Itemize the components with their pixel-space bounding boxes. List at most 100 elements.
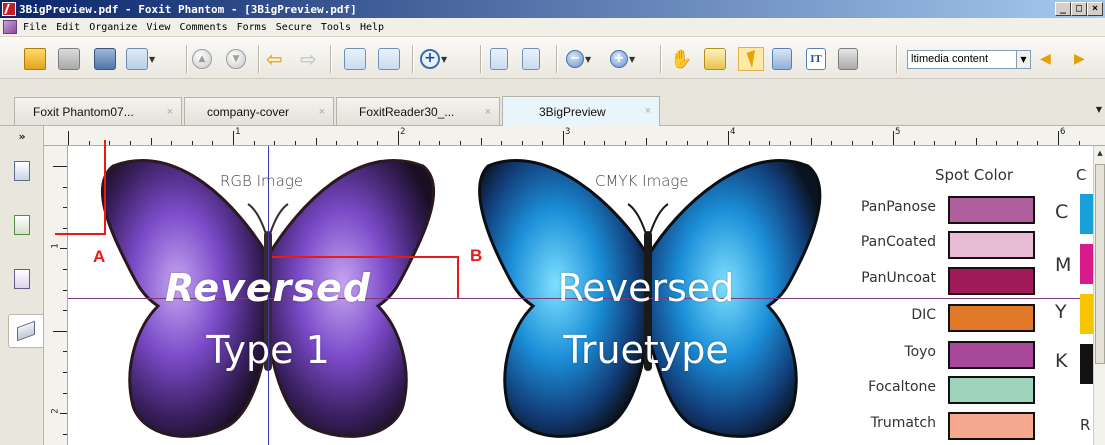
maximize-button[interactable]: □ — [1071, 2, 1087, 16]
callout-b-label: B — [470, 246, 483, 265]
ruler-tick — [63, 372, 67, 373]
cmyk-letter-k: K — [1055, 350, 1068, 372]
chevron-down-icon[interactable]: ▼ — [441, 55, 449, 64]
email-button[interactable]: ▼ — [126, 47, 157, 71]
partial-letter-r: R — [1080, 416, 1091, 434]
typewriter-button[interactable]: IT — [806, 47, 826, 71]
cmyk-title-partial: C — [1076, 166, 1087, 184]
tab-label: company-cover — [207, 104, 290, 119]
ruler-tick — [996, 141, 998, 145]
multimedia-combo[interactable]: ltimedia content — [907, 50, 1017, 69]
single-page-icon — [344, 48, 366, 70]
forward-button[interactable]: ⇨ — [300, 47, 317, 71]
close-button[interactable]: × — [1087, 2, 1103, 16]
continuous-page-button[interactable] — [378, 47, 400, 71]
media-prev-icon: ◀ — [1040, 51, 1051, 67]
fit-page-button[interactable] — [490, 47, 508, 71]
tab-company-cover[interactable]: company-cover × — [184, 97, 334, 125]
bookmarks-panel-button[interactable] — [6, 208, 38, 242]
spot-name: DIC — [911, 307, 936, 323]
ruler-tick — [418, 141, 420, 145]
ruler-tick — [63, 227, 67, 229]
ruler-tick — [975, 138, 977, 145]
combo-dropdown-button[interactable]: ▼ — [1017, 50, 1031, 69]
single-page-button[interactable] — [344, 47, 366, 71]
toolbar-separator — [480, 45, 481, 73]
ruler-tick — [480, 138, 482, 145]
tab-list-dropdown-icon[interactable]: ▼ — [1096, 105, 1102, 114]
close-icon[interactable]: × — [485, 106, 491, 118]
next-page-button[interactable]: ▼ — [226, 47, 246, 71]
menu-comments[interactable]: Comments — [179, 22, 227, 33]
minimize-button[interactable]: _ — [1055, 2, 1071, 16]
previous-page-button[interactable]: ▲ — [192, 47, 212, 71]
spot-row-panuncoat: PanUncoat — [838, 267, 1038, 295]
open-button[interactable] — [24, 47, 46, 71]
ruler-tick — [831, 141, 833, 145]
chevron-down-icon[interactable]: ▼ — [585, 55, 593, 64]
annotations-panel-button[interactable] — [6, 262, 38, 296]
ruler-tick — [274, 141, 276, 145]
layers-panel-button[interactable] — [8, 314, 44, 348]
print-button[interactable] — [94, 47, 116, 71]
close-icon[interactable]: × — [319, 106, 325, 118]
ruler-tick — [563, 131, 564, 145]
find-button[interactable] — [772, 47, 792, 71]
menu-edit[interactable]: Edit — [56, 22, 80, 33]
zoom-in-tool-button[interactable]: + ▼ — [420, 47, 449, 71]
menu-forms[interactable]: Forms — [237, 22, 267, 33]
media-prev-button[interactable]: ◀ — [1040, 47, 1051, 71]
menu-tools[interactable]: Tools — [321, 22, 351, 33]
horizontal-ruler[interactable]: 1 2 3 4 5 6 — [44, 126, 1105, 146]
cmyk-letter-y: Y — [1055, 301, 1067, 323]
chevron-down-icon[interactable]: ▼ — [149, 55, 157, 64]
expand-panel-button[interactable]: » — [4, 128, 40, 146]
tab-foxitreader30[interactable]: FoxitReader30_... × — [336, 97, 500, 125]
ruler-tick — [604, 141, 606, 145]
spot-name: Focaltone — [868, 379, 936, 395]
toolbar-separator — [412, 45, 413, 73]
zoom-out-button[interactable]: − ▼ — [566, 47, 593, 71]
select-text-button[interactable] — [704, 47, 726, 71]
tab-foxit-phantom07[interactable]: Foxit Phantom07... × — [14, 97, 182, 125]
scroll-up-icon[interactable]: ▲ — [1094, 146, 1105, 160]
menu-help[interactable]: Help — [360, 22, 384, 33]
chevron-down-icon[interactable]: ▼ — [629, 55, 637, 64]
hand-tool-button[interactable]: ✋ — [670, 47, 692, 71]
menu-file[interactable]: File — [23, 22, 47, 33]
back-button[interactable]: ⇦ — [266, 47, 283, 71]
ruler-tick — [934, 141, 936, 145]
document-page[interactable]: RGB Image CMYK Image Reversed Type 1 Rev… — [68, 146, 1093, 445]
save-button[interactable] — [58, 47, 80, 71]
document-menu-icon[interactable] — [3, 20, 17, 34]
callout-b-line-vertical — [457, 256, 459, 298]
pages-panel-button[interactable] — [6, 154, 38, 188]
menu-secure[interactable]: Secure — [276, 22, 312, 33]
spot-row-panpanose: PanPanose — [838, 196, 1038, 224]
ruler-tick — [63, 392, 67, 394]
rgb-reversed-text: Reversed — [164, 266, 371, 310]
close-icon[interactable]: × — [167, 106, 173, 118]
ruler-tick — [748, 141, 750, 145]
ruler-tick — [171, 141, 173, 145]
media-next-button[interactable]: ▶ — [1074, 47, 1085, 71]
menu-organize[interactable]: Organize — [89, 22, 137, 33]
tab-3bigpreview[interactable]: 3BigPreview × — [502, 96, 660, 126]
app-icon[interactable] — [2, 2, 16, 16]
find-icon — [772, 48, 792, 70]
vertical-scrollbar[interactable]: ▲ — [1093, 146, 1105, 445]
select-annotation-button[interactable] — [738, 47, 764, 71]
forward-icon: ⇨ — [300, 47, 317, 71]
ruler-tick — [63, 269, 67, 270]
ruler-tick — [851, 141, 853, 145]
zoom-plus-button[interactable]: + ▼ — [610, 47, 637, 71]
close-icon[interactable]: × — [645, 105, 651, 117]
zoom-out-icon: − — [566, 50, 584, 68]
snapshot-button[interactable] — [838, 47, 858, 71]
ruler-tick — [686, 141, 688, 145]
scrollbar-thumb[interactable] — [1095, 164, 1105, 364]
menu-view[interactable]: View — [146, 22, 170, 33]
vertical-ruler[interactable]: 12 — [44, 146, 68, 445]
spot-swatch — [948, 267, 1035, 295]
fit-width-button[interactable] — [522, 47, 540, 71]
